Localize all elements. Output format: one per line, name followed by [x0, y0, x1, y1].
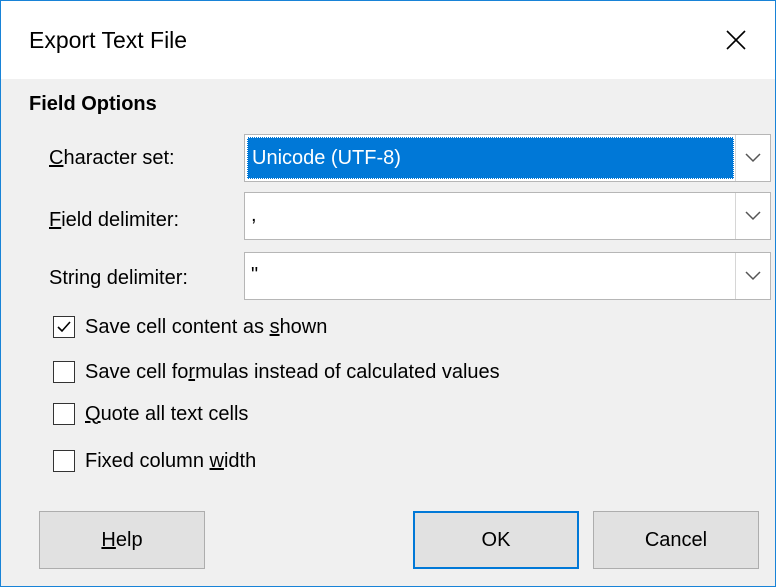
save-as-shown-label-post: hown [279, 315, 328, 338]
character-set-dropdown-button[interactable] [735, 135, 770, 181]
field-delimiter-combobox[interactable]: , [244, 192, 771, 240]
save-as-shown-label: Save cell content as shown [85, 316, 327, 339]
save-formulas-label: Save cell formulas instead of calculated… [85, 361, 500, 384]
field-options-heading: Field Options [29, 93, 157, 115]
field-delimiter-value[interactable]: , [247, 195, 734, 237]
save-formulas-option[interactable]: Save cell formulas instead of calculated… [53, 359, 500, 385]
quote-all-text-label-post: uote all text cells [100, 402, 249, 425]
save-as-shown-option[interactable]: Save cell content as shown [53, 314, 327, 340]
save-formulas-label-pre: Save cell fo [85, 360, 189, 383]
character-set-label-accel: C [49, 147, 64, 169]
dialog-title: Export Text File [29, 27, 188, 53]
quote-all-text-option[interactable]: Quote all text cells [53, 401, 248, 427]
string-delimiter-label: String delimiter: [49, 267, 188, 289]
save-formulas-checkbox[interactable] [53, 361, 75, 383]
fixed-column-width-label-pre: Fixed column [85, 449, 210, 472]
string-delimiter-value[interactable]: " [247, 255, 734, 297]
close-icon [726, 30, 746, 50]
help-button-rest: elp [115, 528, 143, 551]
field-delimiter-dropdown-button[interactable] [735, 193, 770, 239]
fixed-column-width-checkbox[interactable] [53, 450, 75, 472]
help-button-accel: H [101, 528, 116, 551]
checkmark-icon [57, 321, 71, 333]
quote-all-text-label-accel: Q [85, 402, 101, 425]
string-delimiter-dropdown-button[interactable] [735, 253, 770, 299]
help-button[interactable]: Help [39, 511, 205, 569]
quote-all-text-label: Quote all text cells [85, 403, 248, 426]
chevron-down-icon [745, 153, 761, 163]
fixed-column-width-label-accel: w [209, 449, 224, 472]
field-delimiter-label: Field delimiter: [49, 209, 179, 232]
field-delimiter-label-accel: F [49, 209, 62, 231]
quote-all-text-checkbox[interactable] [53, 403, 75, 425]
save-as-shown-label-pre: Save cell content as [85, 315, 270, 338]
character-set-select[interactable]: Unicode (UTF-8) [244, 134, 771, 182]
export-text-file-dialog: Export Text File Field Options Character… [0, 0, 776, 587]
fixed-column-width-label-post: idth [223, 449, 257, 472]
chevron-down-icon [745, 211, 761, 221]
character-set-label: Character set: [49, 147, 175, 170]
character-set-label-rest: haracter set: [63, 147, 175, 169]
string-delimiter-combobox[interactable]: " [244, 252, 771, 300]
close-button[interactable] [697, 1, 775, 79]
cancel-button[interactable]: Cancel [593, 511, 759, 569]
dialog-content: Field Options Character set: Unicode (UT… [1, 79, 775, 586]
field-delimiter-label-rest: ield delimiter: [61, 209, 180, 231]
save-as-shown-checkbox[interactable] [53, 316, 75, 338]
save-as-shown-label-accel: s [269, 315, 280, 338]
chevron-down-icon [745, 271, 761, 281]
fixed-column-width-option[interactable]: Fixed column width [53, 448, 256, 474]
ok-button[interactable]: OK [413, 511, 579, 569]
character-set-value: Unicode (UTF-8) [247, 137, 734, 179]
fixed-column-width-label: Fixed column width [85, 450, 256, 473]
save-formulas-label-post: mulas instead of calculated values [195, 360, 500, 383]
title-bar: Export Text File [1, 1, 775, 79]
